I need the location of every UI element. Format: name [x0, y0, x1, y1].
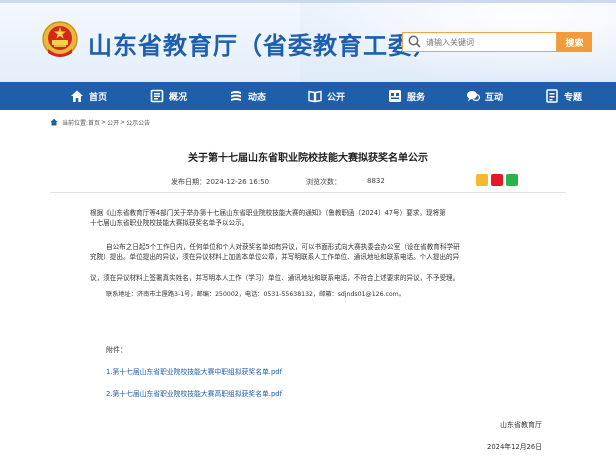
paragraph-2-continued: 究院）提出。单位提出的异议，须在异议材料上加盖本单位公章，并写明联系人工作单位、…: [90, 252, 546, 263]
weibo-icon[interactable]: [491, 174, 503, 186]
nav-item-overview[interactable]: 概况: [150, 82, 187, 110]
nav-label: 概况: [169, 92, 188, 103]
divider: [50, 192, 566, 193]
paragraph-1-continued: 十七届山东省职业院校技能大赛拟获奖名单予以公示。: [90, 218, 546, 229]
breadcrumb-separator: >: [101, 118, 107, 126]
views-label: 浏览次数：: [306, 178, 341, 186]
breadcrumb: 当前位置: 首页 > 公开 > 公示公告: [50, 116, 150, 128]
nav-item-interact[interactable]: 互动: [466, 82, 503, 110]
nav-label: 公开: [327, 92, 346, 103]
breadcrumb-separator: >: [120, 118, 126, 126]
signature-date: 2024年12月26日: [487, 443, 542, 451]
qzone-icon[interactable]: [476, 174, 488, 186]
nav-item-public[interactable]: 公开: [308, 82, 345, 110]
paragraph-line: 根据《山东省教育厅等4部门关于举办第十七届山东省职业院校技能大赛的通知》（鲁教职…: [90, 209, 446, 217]
book-icon: [308, 90, 322, 103]
nav-label: 专题: [564, 92, 583, 103]
paragraph-line: 究院）提出。单位提出的异议，须在异议材料上加盖本单位公章，并写明联系人工作单位、…: [90, 253, 460, 261]
article-title: 关于第十七届山东省职业院校技能大赛拟获奖名单公示: [188, 153, 428, 164]
attachments-label: 附件：: [106, 346, 127, 354]
contact-paragraph: 联系地址：济南市土屋路3-1号，邮编：250002，电话：0531-556381…: [106, 290, 546, 301]
nav-item-topic[interactable]: 专题: [545, 82, 582, 110]
overview-icon: [150, 89, 164, 103]
publish-label: 发布日期：: [171, 178, 206, 186]
publish-info: 发布日期：2024-12-26 16:50: [171, 177, 269, 187]
attachment-link[interactable]: 2.第十七届山东省职业院校技能大赛高职组拟获奖名单.pdf: [106, 388, 282, 398]
search-input[interactable]: [426, 37, 546, 47]
nav-item-service[interactable]: 服务: [388, 82, 425, 110]
paragraph-2: 自公布之日起5个工作日内，任何单位和个人对获奖名单如有异议，可以书面形式向大赛执…: [106, 242, 546, 253]
search-box[interactable]: [402, 32, 557, 52]
share-buttons: [476, 174, 521, 186]
paragraph-line: 议，须在异议材料上签署真实姓名，并写明本人工作（学习）单位、通讯地址和联系电话，…: [90, 274, 460, 282]
paragraph-line: 自公布之日起5个工作日内，任何单位和个人对获奖名单如有异议，可以书面形式向大赛执…: [106, 243, 460, 251]
main-nav: 首页 概况 动态 公开 服务 互动 专题: [0, 82, 616, 110]
breadcrumb-public[interactable]: 公开: [107, 118, 119, 127]
contact-info: 联系地址：济南市土屋路3-1号，邮编：250002，电话：0531-556381…: [106, 291, 405, 298]
nav-label: 互动: [485, 92, 504, 103]
publish-date: 2024-12-26 16:50: [206, 178, 270, 186]
search-icon: [408, 35, 421, 48]
paragraph-1: 根据《山东省教育厅等4部门关于举办第十七届山东省职业院校技能大赛的通知》（鲁教职…: [90, 208, 546, 219]
site-header: 山东省教育厅（省委教育工委） 搜索: [0, 0, 616, 82]
top-strip: [0, 0, 616, 3]
nav-label: 动态: [248, 92, 267, 103]
nav-label: 服务: [407, 92, 426, 103]
breadcrumb-home[interactable]: 首页: [88, 118, 100, 127]
chat-icon: [467, 91, 480, 102]
home-icon: [71, 90, 83, 102]
national-emblem-icon: [42, 21, 78, 57]
wechat-icon[interactable]: [506, 174, 518, 186]
paragraph-2-end: 议，须在异议材料上签署真实姓名，并写明本人工作（学习）单位、通讯地址和联系电话，…: [90, 273, 546, 284]
topic-icon: [546, 89, 558, 103]
views-count: 8832: [367, 177, 385, 185]
article-container: 关于第十七届山东省职业院校技能大赛拟获奖名单公示 发布日期：2024-12-26…: [50, 130, 566, 458]
breadcrumb-prefix: 当前位置:: [62, 119, 89, 127]
news-icon: [231, 91, 241, 101]
nav-item-news[interactable]: 动态: [229, 82, 266, 110]
signature: 山东省教育厅: [500, 421, 542, 429]
search-button[interactable]: 搜索: [557, 32, 592, 52]
service-icon: [389, 90, 401, 102]
site-title[interactable]: 山东省教育厅（省委教育工委）: [88, 26, 438, 61]
nav-item-home[interactable]: 首页: [70, 82, 107, 110]
location-icon: [50, 118, 58, 126]
paragraph-line: 十七届山东省职业院校技能大赛拟获奖名单予以公示。: [90, 219, 249, 227]
nav-label: 首页: [89, 92, 108, 103]
breadcrumb-announcements[interactable]: 公示公告: [126, 118, 150, 127]
attachment-link[interactable]: 1.第十七届山东省职业院校技能大赛中职组拟获奖名单.pdf: [106, 366, 282, 376]
